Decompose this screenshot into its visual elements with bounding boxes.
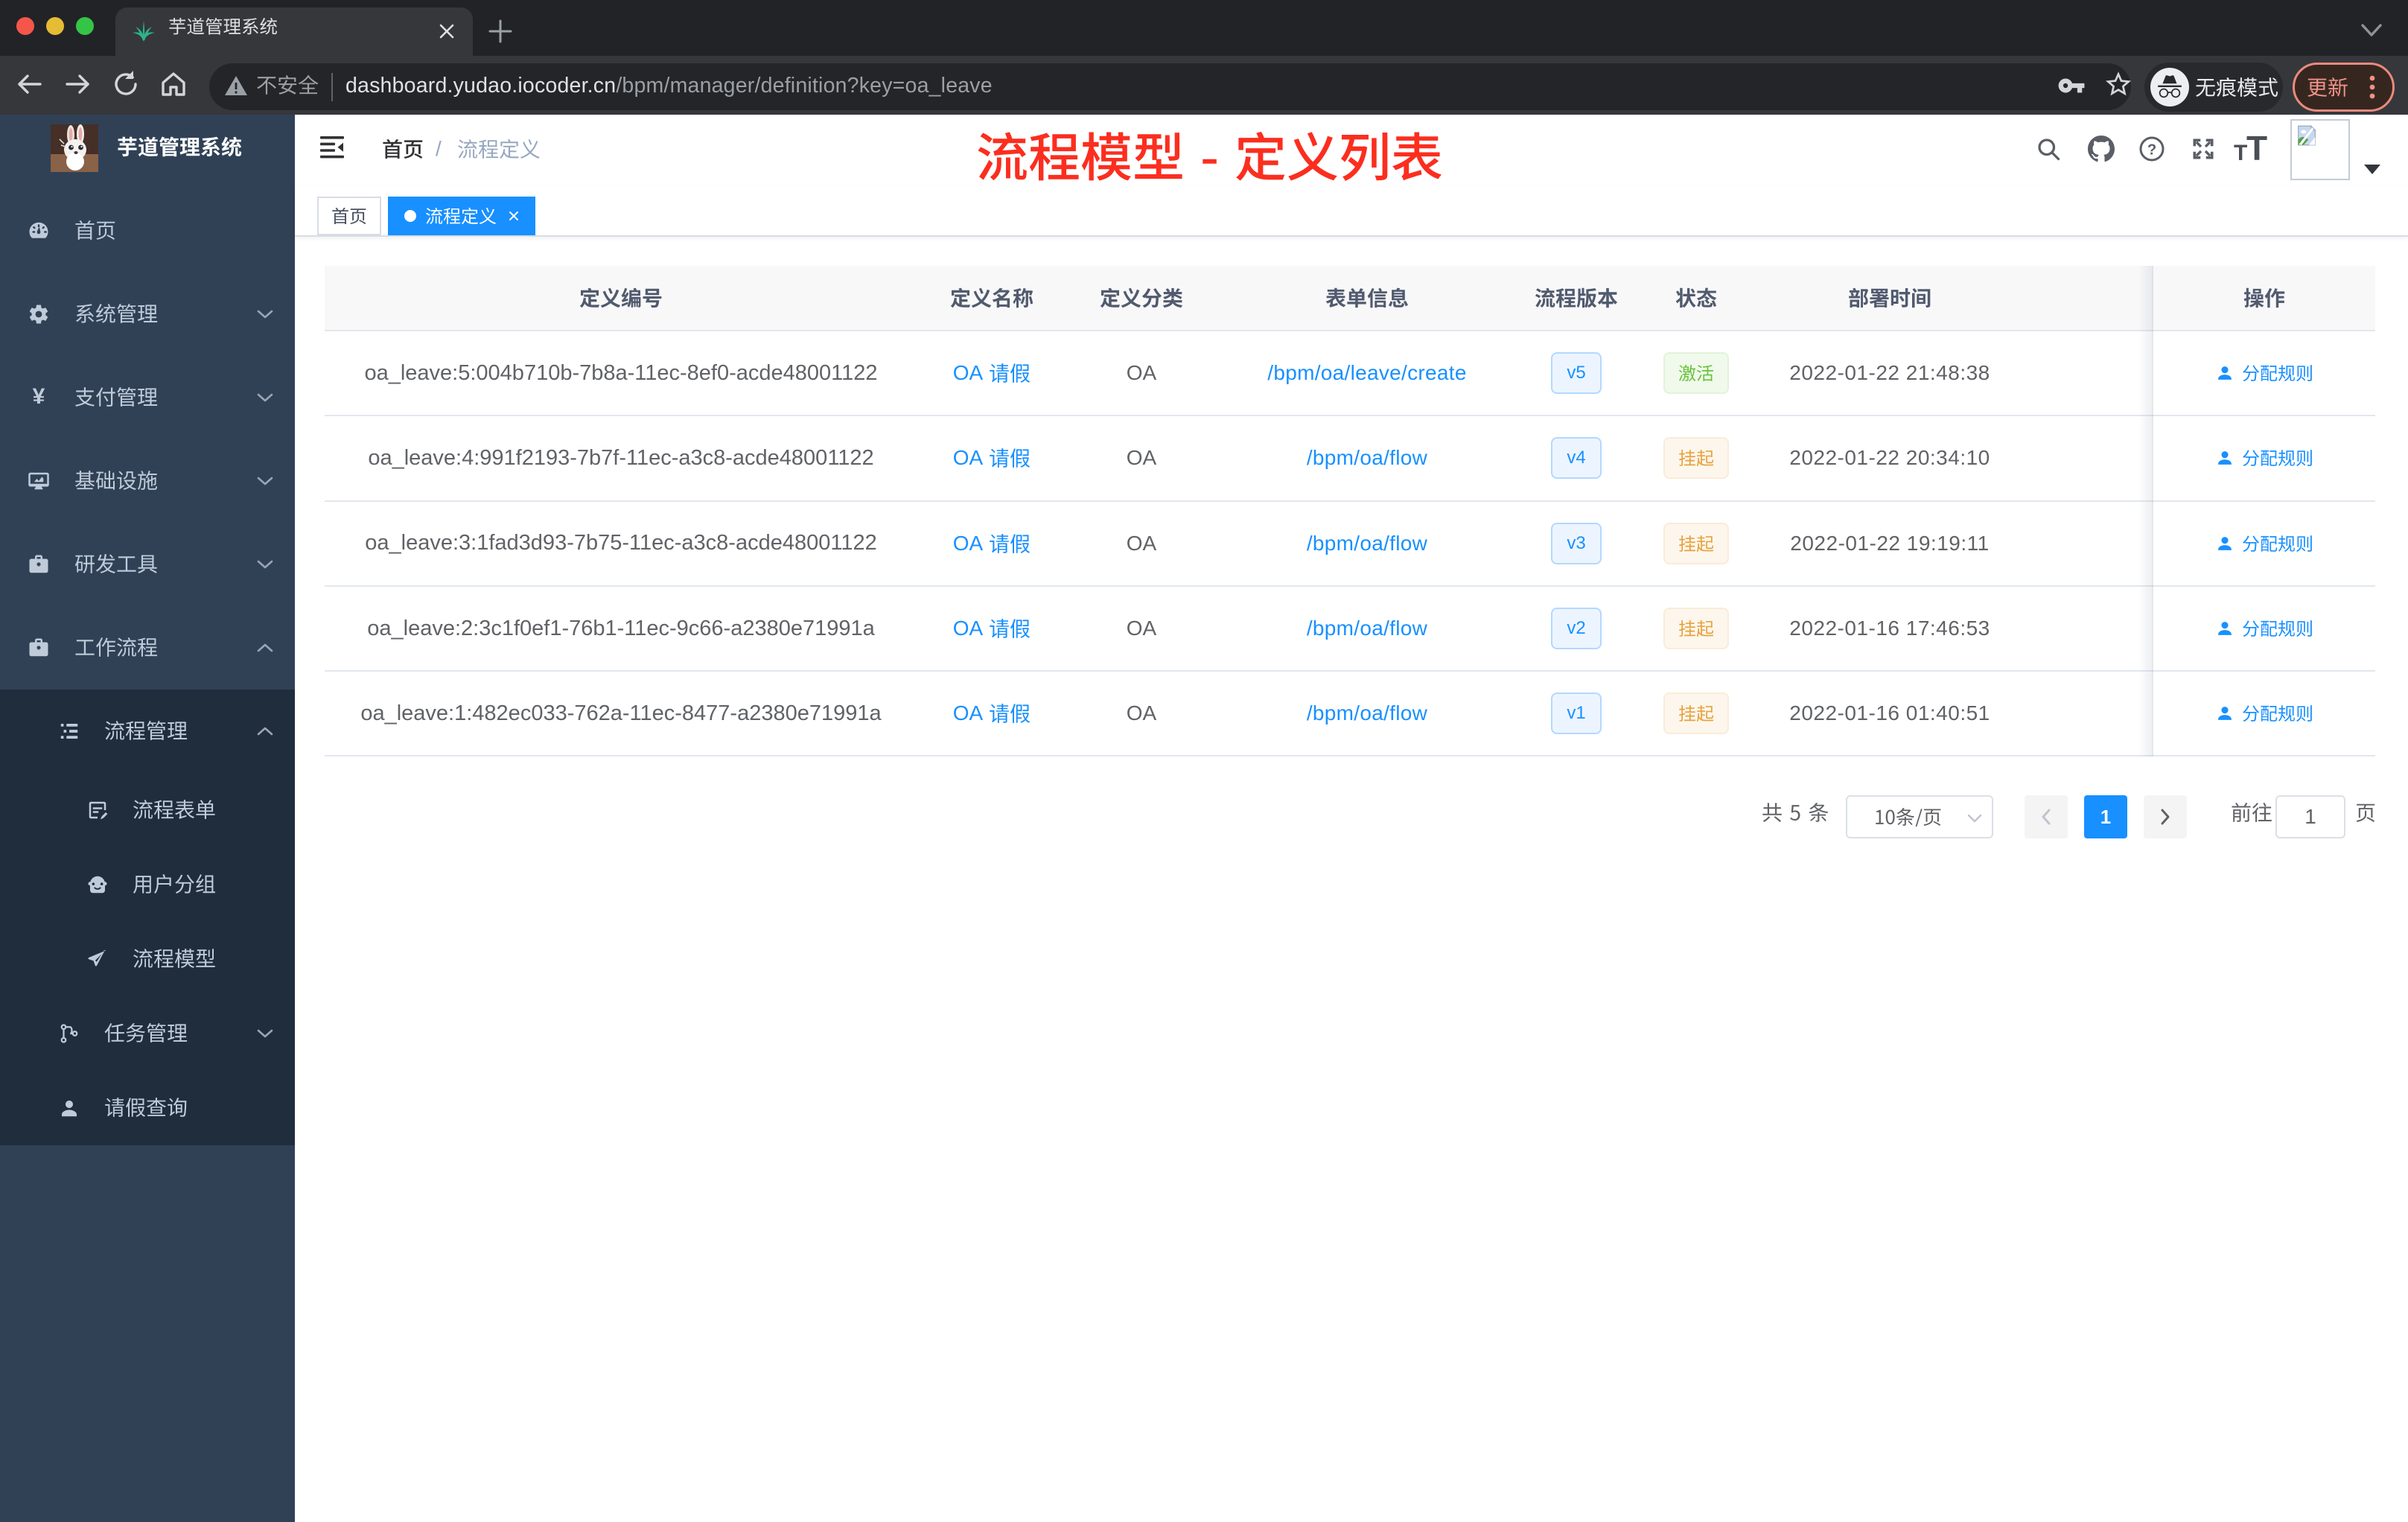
svg-text:¥: ¥ bbox=[33, 386, 45, 409]
svg-text:T: T bbox=[2246, 133, 2267, 162]
svg-text:?: ? bbox=[2147, 142, 2156, 159]
svg-text:T: T bbox=[2234, 141, 2247, 162]
